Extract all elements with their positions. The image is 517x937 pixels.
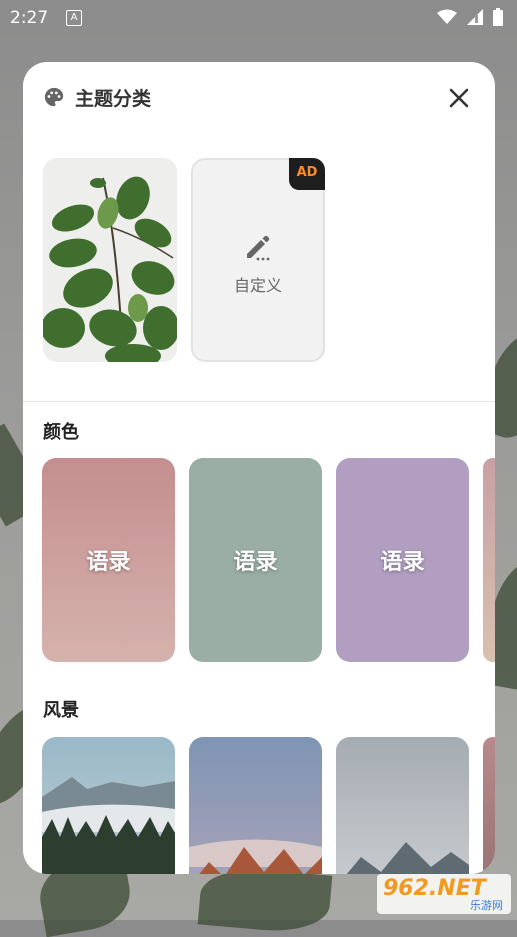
- app-notification-icon: A: [66, 10, 82, 26]
- card-quote-label: 语录: [233, 549, 278, 575]
- scenery-card-misty[interactable]: 语录: [336, 737, 469, 874]
- current-theme-row: AD 自定义: [43, 158, 325, 362]
- palette-icon: [44, 87, 64, 107]
- section-title-colors: 颜色: [43, 422, 79, 443]
- ad-badge: AD: [289, 158, 325, 190]
- scenery-card-sunset[interactable]: 语录: [189, 737, 322, 874]
- card-quote-label: 语录: [380, 549, 425, 575]
- wifi-icon: [437, 9, 457, 24]
- edit-pencil-icon: [247, 235, 270, 261]
- color-card-lavender[interactable]: 语录: [336, 458, 469, 662]
- scenery-card-row: 语录 语录 语录: [42, 737, 495, 874]
- battery-icon: [493, 8, 503, 26]
- card-quote-label: 语录: [86, 549, 131, 575]
- sheet-title: 主题分类: [75, 88, 152, 110]
- scenery-card-partial[interactable]: [483, 737, 495, 874]
- signal-icon: [467, 9, 483, 25]
- site-watermark: 962.NET 乐游网: [377, 874, 511, 914]
- watermark-sub: 乐游网: [470, 899, 503, 912]
- color-card-row: 语录 语录 语录: [42, 458, 495, 662]
- custom-theme-card[interactable]: AD 自定义: [191, 158, 325, 362]
- section-title-scenery: 风景: [43, 700, 79, 721]
- custom-label: 自定义: [233, 276, 282, 295]
- sheet-header: 主题分类: [23, 62, 495, 132]
- status-time: 2:27: [10, 8, 49, 28]
- scenery-card-forest[interactable]: 语录: [42, 737, 175, 874]
- close-button[interactable]: [443, 82, 475, 114]
- leaf-theme-thumbnail[interactable]: [43, 158, 177, 362]
- sunset-mountain-image: [189, 737, 322, 874]
- forest-mountain-image: [42, 737, 175, 874]
- status-bar: 2:27 A: [0, 0, 517, 36]
- theme-category-sheet: 主题分类 AD 自定义 颜色 语录 语录 语录 风景: [23, 62, 495, 874]
- misty-peak-image: [336, 737, 469, 874]
- leaf-image: [43, 158, 177, 362]
- color-card-sage[interactable]: 语录: [189, 458, 322, 662]
- color-card-partial[interactable]: [483, 458, 495, 662]
- color-card-pink[interactable]: 语录: [42, 458, 175, 662]
- divider: [23, 401, 495, 402]
